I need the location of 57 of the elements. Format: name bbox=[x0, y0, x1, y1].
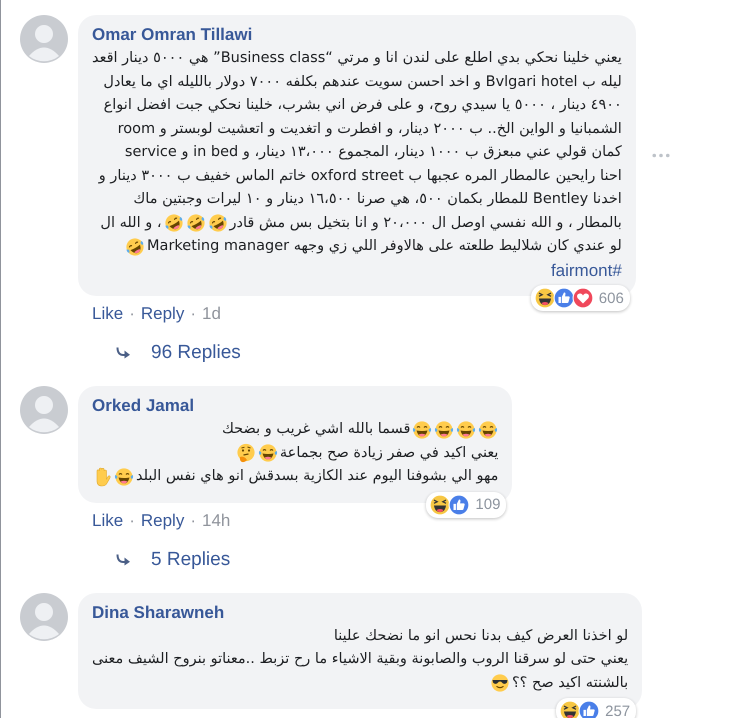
avatar[interactable] bbox=[20, 15, 68, 63]
reply-link[interactable]: Reply bbox=[140, 304, 184, 324]
laughing-face-icon bbox=[559, 700, 582, 718]
comment-text: بالمطار ، و الله نفسي اوصل ال ٢٠،٠٠٠ و انا بتخيل بس مش قادر bbox=[230, 214, 622, 232]
avatar[interactable] bbox=[20, 386, 68, 434]
sunglasses-face-icon bbox=[490, 673, 510, 694]
laughing-face-icon bbox=[412, 420, 432, 440]
view-replies-link[interactable]: 5 Replies bbox=[151, 548, 230, 570]
author-name[interactable]: Omar Omran Tillawi bbox=[92, 23, 252, 47]
comment-text: يعني خلينا نحكي بدي اطلع على لندن انا و مرتي “Business class” هي ٥٠٠٠ دينار اقعد bbox=[92, 49, 622, 68]
separator-dot: · bbox=[190, 510, 196, 530]
laughing-face-icon bbox=[434, 420, 454, 440]
thumbs-up-icon bbox=[578, 700, 600, 718]
separator-dot: · bbox=[190, 304, 196, 324]
avatar[interactable] bbox=[20, 592, 68, 640]
author-name[interactable]: Orked Jamal bbox=[92, 394, 194, 418]
tilted-laughing-face-icon bbox=[186, 213, 206, 234]
like-link[interactable]: Like bbox=[92, 510, 124, 530]
comment-text: بالشنته اكيد صح ؟؟ bbox=[512, 674, 628, 692]
tilted-laughing-face-icon bbox=[125, 236, 146, 257]
comment-text: يعني اكيد في صفر زيادة صح بجماعة bbox=[280, 444, 498, 462]
reply-arrow-icon bbox=[116, 554, 131, 566]
thumbs-up-icon bbox=[448, 494, 470, 516]
comment-text: ٤٩٠٠ دينار ، ٥٠٠٠ يا سيدي روح، و على فرض اني بشرب، خلينا نحكي جبت افضل انواع bbox=[104, 96, 622, 115]
comment-text: الشمبانيا و الواين الخ.. ب ٢٠٠٠ دينار، و افطرت و اتغديت و اتعشيت لوبستر و room bbox=[118, 120, 622, 138]
comment-text: قسما بالله اشي غريب و بضحك bbox=[222, 420, 410, 439]
thinking-face-icon bbox=[236, 443, 256, 464]
like-link[interactable]: Like bbox=[92, 304, 124, 324]
laughing-face-icon bbox=[429, 494, 452, 516]
author-name[interactable]: Dina Sharawneh bbox=[92, 600, 224, 624]
comment-text: احنا رايحين عالمطار المره عجبها ب oxford street خاتم الماس خفيف ب ٣٠٠٠ دينار و bbox=[98, 166, 622, 186]
tilted-laughing-face-icon bbox=[164, 213, 184, 234]
laughing-face-icon bbox=[478, 420, 498, 440]
hashtag-link[interactable]: #fairmont bbox=[550, 258, 622, 282]
reply-arrow-icon bbox=[116, 347, 131, 359]
view-replies-link[interactable]: 96 Replies bbox=[151, 342, 241, 364]
separator-dot: · bbox=[129, 304, 135, 324]
reaction-count: 257 bbox=[605, 702, 630, 718]
separator-dot: · bbox=[129, 510, 135, 530]
tilted-laughing-face-icon bbox=[208, 213, 228, 234]
comment-text: ، و الله ال bbox=[100, 214, 162, 232]
thumbs-up-icon bbox=[552, 287, 575, 309]
comment-text: service و in bed كمان قولي عني مبعزق ب ١٠٠٠ دينار، المجموع ١٣،٠٠٠ دينار، و bbox=[124, 143, 622, 162]
comment-text: ليله ب Bvlgari hotel و اخد احسن سويت عندهم بكلفه ٧٠٠٠ دولار بالليله اي ما يعادل bbox=[103, 72, 622, 92]
laughing-face-icon bbox=[456, 420, 476, 440]
comment-text: Marketing manager لو عندي كان شلاليط طلعته على هالاوفر اللي زي وجهه bbox=[147, 237, 622, 256]
comment-text: لو اخذنا العرض كيف بدنا نحس انو ما نضحك علينا bbox=[334, 626, 628, 646]
laughing-face-icon bbox=[258, 443, 278, 464]
reply-link[interactable]: Reply bbox=[140, 510, 184, 530]
reaction-count: 606 bbox=[598, 290, 624, 306]
laughing-face-icon bbox=[114, 466, 134, 487]
laughing-face-icon bbox=[534, 287, 556, 309]
more-options-icon[interactable] bbox=[652, 153, 670, 158]
comment-text: اخدنا Bentley للمطار بكمان ٥٠٠، هي صرنا ١٦،٥٠٠ دينار و ١٠ ليرات وجبتين ماك bbox=[133, 190, 622, 209]
reaction-count: 109 bbox=[475, 496, 500, 513]
comment-text: يعني حتى لو سرقنا الروب والصابونة وبقية الاشياء ما رح تزبط ..معناتو بنروح الشيف معنى bbox=[92, 650, 628, 669]
comment-text: مهو الي بشوفنا اليوم عند الكازية بسدقش انو هاي نفس البلد bbox=[136, 467, 498, 486]
